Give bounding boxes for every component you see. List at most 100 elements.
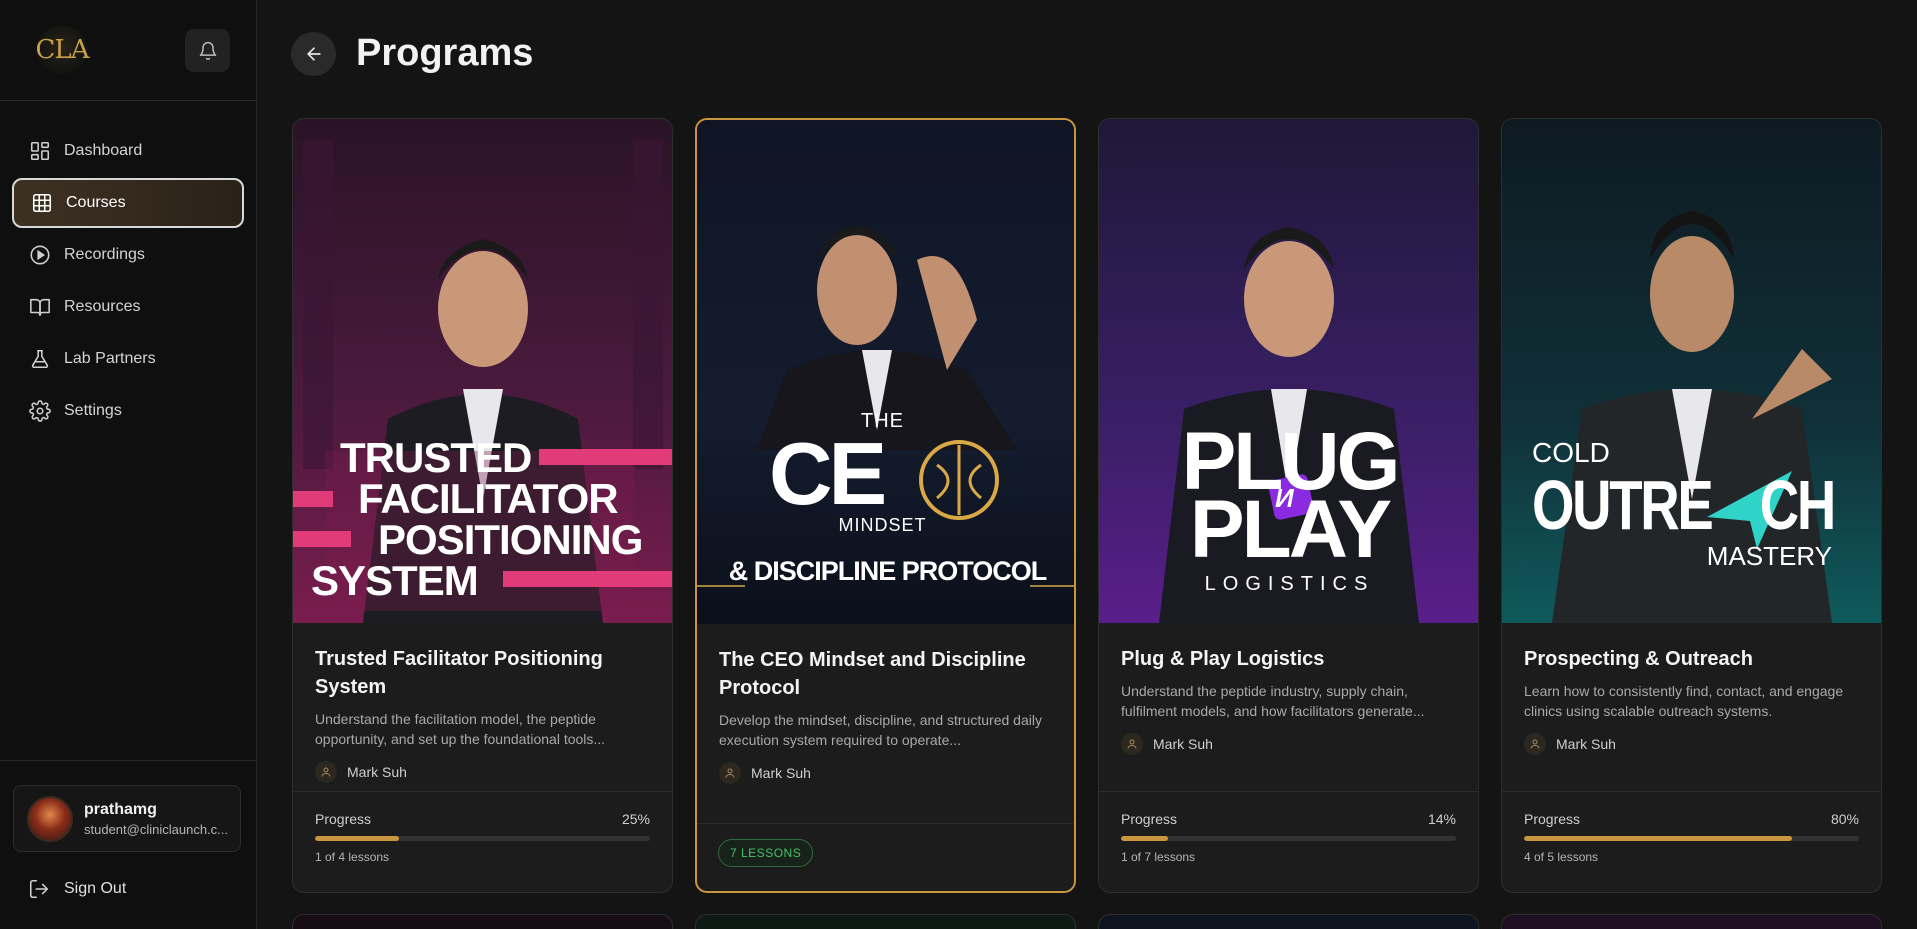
course-author: Mark Suh bbox=[719, 762, 1056, 784]
progress-fill bbox=[1121, 836, 1168, 841]
progress-fill bbox=[315, 836, 399, 841]
user-icon bbox=[1121, 733, 1143, 755]
course-description: Understand the facilitation model, the p… bbox=[315, 711, 606, 747]
progress-bar bbox=[315, 836, 650, 841]
sidebar-item-lab-partners[interactable]: Lab Partners bbox=[12, 334, 244, 384]
sidebar-item-resources[interactable]: Resources bbox=[12, 282, 244, 332]
course-author: Mark Suh bbox=[315, 761, 652, 783]
course-cover-image: TRUSTED FACILITATOR POSITIONING SYSTEM bbox=[293, 119, 672, 623]
author-name: Mark Suh bbox=[751, 765, 811, 781]
sidebar-item-recordings[interactable]: Recordings bbox=[12, 230, 244, 280]
cover-text: POSITIONING bbox=[378, 516, 643, 563]
cover-text: SYSTEM bbox=[311, 557, 479, 604]
course-card-ceo-mindset[interactable]: THE CE MINDSET & DISCIPLINE PROTOCOL The… bbox=[695, 118, 1076, 893]
progress-label: Progress bbox=[1524, 811, 1581, 827]
course-card-body: Trusted Facilitator Positioning System U… bbox=[315, 645, 652, 783]
flask-icon bbox=[28, 347, 52, 371]
author-name: Mark Suh bbox=[347, 764, 407, 780]
author-name: Mark Suh bbox=[1153, 736, 1213, 752]
cover-text: & DISCIPLINE PROTOCOL bbox=[728, 556, 1048, 586]
course-card-trusted-facilitator[interactable]: TRUSTED FACILITATOR POSITIONING SYSTEM T… bbox=[292, 118, 673, 893]
cover-text: LOGISTICS bbox=[1204, 573, 1375, 595]
course-description: Learn how to consistently find, contact,… bbox=[1524, 683, 1844, 719]
course-title: Plug & Play Logistics bbox=[1121, 648, 1325, 670]
sidebar-item-label: Resources bbox=[64, 298, 141, 315]
progress-percent: 14% bbox=[1427, 811, 1456, 827]
grid-icon bbox=[30, 191, 54, 215]
sidebar-item-label: Courses bbox=[66, 194, 126, 211]
course-progress: Progress 80% 4 of 5 lessons bbox=[1502, 791, 1881, 864]
cover-text: FACILITATOR bbox=[358, 475, 619, 522]
dashboard-icon bbox=[28, 139, 52, 163]
sidebar-item-settings[interactable]: Settings bbox=[12, 386, 244, 436]
course-card-prospecting-outreach[interactable]: COLD OUTRE CH MASTERY Prospecting & Outre… bbox=[1501, 118, 1882, 893]
sidebar: CLA Dashboard Courses Recordings Resourc… bbox=[0, 0, 257, 929]
course-card-body: Plug & Play Logistics Understand the pep… bbox=[1121, 645, 1458, 755]
user-icon bbox=[719, 762, 741, 784]
course-card-body: The CEO Mindset and Discipline Protocol … bbox=[719, 646, 1056, 784]
progress-bar bbox=[1121, 836, 1456, 841]
logout-icon bbox=[28, 878, 50, 900]
cover-text: TRUSTED bbox=[340, 434, 532, 481]
back-button[interactable] bbox=[291, 32, 336, 76]
user-profile-card[interactable]: prathamg student@cliniclaunch.c... bbox=[13, 785, 241, 852]
cover-text: THE bbox=[861, 410, 904, 432]
gear-icon bbox=[28, 399, 52, 423]
sidebar-nav: Dashboard Courses Recordings Resources L… bbox=[12, 126, 244, 438]
arrow-left-icon bbox=[306, 47, 321, 61]
course-card-partial[interactable] bbox=[1501, 914, 1882, 929]
bell-icon bbox=[199, 41, 216, 60]
user-email: student@cliniclaunch.c... bbox=[84, 821, 228, 837]
course-title: Trusted Facilitator Positioning System bbox=[315, 648, 603, 698]
lesson-count: 1 of 7 lessons bbox=[1121, 850, 1196, 864]
progress-fill bbox=[1524, 836, 1792, 841]
app-logo[interactable]: CLA bbox=[36, 26, 89, 74]
course-card-body: Prospecting & Outreach Learn how to cons… bbox=[1524, 645, 1861, 755]
course-author: Mark Suh bbox=[1524, 733, 1861, 755]
progress-bar bbox=[1524, 836, 1859, 841]
course-cover-image: PLUG PLAY И LOGISTICS bbox=[1099, 119, 1478, 623]
sidebar-item-label: Dashboard bbox=[64, 142, 143, 159]
sidebar-item-label: Settings bbox=[64, 402, 122, 419]
course-cover-image: COLD OUTRE CH MASTERY bbox=[1502, 119, 1881, 623]
avatar bbox=[27, 795, 73, 842]
course-description: Understand the peptide industry, supply … bbox=[1121, 683, 1425, 719]
cover-text: MASTERY bbox=[1706, 541, 1832, 571]
progress-percent: 80% bbox=[1830, 811, 1859, 827]
lesson-count: 4 of 5 lessons bbox=[1524, 850, 1599, 864]
sidebar-item-dashboard[interactable]: Dashboard bbox=[12, 126, 244, 176]
cover-text: CE bbox=[769, 424, 887, 523]
cover-text: CH bbox=[1759, 466, 1837, 544]
course-description: Develop the mindset, discipline, and str… bbox=[719, 712, 1042, 748]
user-icon bbox=[315, 761, 337, 783]
notifications-button[interactable] bbox=[185, 29, 230, 72]
course-title: The CEO Mindset and Discipline Protocol bbox=[719, 649, 1026, 699]
sidebar-item-label: Recordings bbox=[64, 246, 145, 263]
course-title: Prospecting & Outreach bbox=[1524, 648, 1753, 670]
course-card-plug-play[interactable]: PLUG PLAY И LOGISTICS Plug & Play Logist… bbox=[1098, 118, 1479, 893]
course-progress: Progress 14% 1 of 7 lessons bbox=[1099, 791, 1478, 864]
sidebar-header: CLA bbox=[0, 0, 256, 101]
course-progress: Progress 25% 1 of 4 lessons bbox=[293, 791, 672, 864]
course-card-partial[interactable] bbox=[695, 914, 1076, 929]
sidebar-divider bbox=[0, 760, 257, 761]
progress-percent: 25% bbox=[621, 811, 650, 827]
course-cover-image: THE CE MINDSET & DISCIPLINE PROTOCOL bbox=[697, 120, 1074, 624]
progress-label: Progress bbox=[315, 811, 372, 827]
cover-text: MINDSET bbox=[838, 515, 927, 535]
sidebar-item-label: Lab Partners bbox=[64, 350, 156, 367]
sign-out-label: Sign Out bbox=[64, 880, 127, 897]
author-name: Mark Suh bbox=[1556, 736, 1616, 752]
cover-text: OUTRE bbox=[1532, 466, 1714, 544]
sign-out-button[interactable]: Sign Out bbox=[28, 878, 126, 900]
course-card-partial[interactable] bbox=[1098, 914, 1479, 929]
lessons-badge: 7 LESSONS bbox=[718, 839, 814, 867]
course-author: Mark Suh bbox=[1121, 733, 1458, 755]
progress-label: Progress bbox=[1121, 811, 1178, 827]
course-footer: 7 LESSONS bbox=[697, 823, 1074, 891]
cover-text: И bbox=[1275, 483, 1294, 513]
course-card-partial[interactable] bbox=[292, 914, 673, 929]
user-name: prathamg bbox=[84, 800, 157, 818]
sidebar-item-courses[interactable]: Courses bbox=[12, 178, 244, 228]
page-title: Programs bbox=[356, 32, 534, 74]
